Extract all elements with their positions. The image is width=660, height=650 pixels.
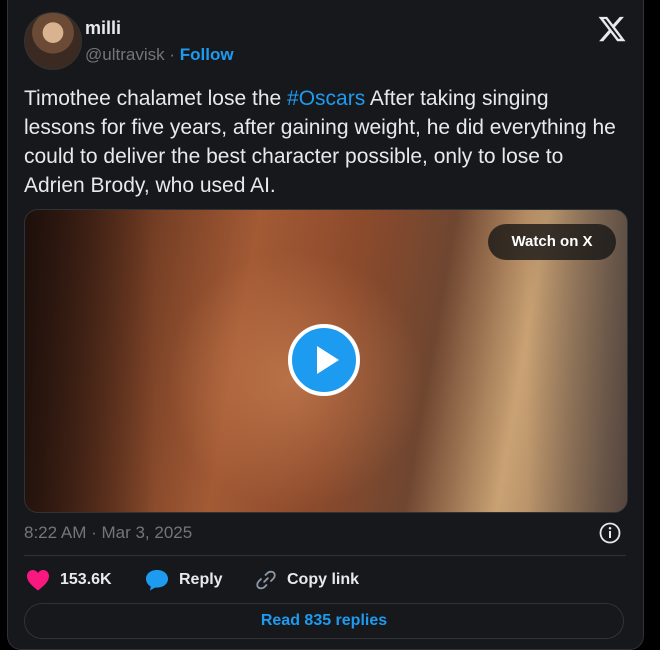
link-icon [256, 570, 276, 590]
tweet-card: milli @ultravisk · Follow Timothee chala… [7, 0, 644, 650]
divider [24, 555, 626, 556]
play-button[interactable] [288, 324, 360, 396]
like-count: 153.6K [60, 571, 112, 588]
reply-icon [146, 570, 168, 591]
author-handle-row: @ultravisk · Follow [85, 45, 234, 65]
follow-link[interactable]: Follow [180, 45, 234, 64]
hashtag-link[interactable]: #Oscars [287, 87, 365, 110]
copy-link-button[interactable]: Copy link [255, 566, 359, 594]
watch-on-x-button[interactable]: Watch on X [488, 224, 616, 260]
copy-link-label: Copy link [287, 571, 360, 588]
reply-label: Reply [179, 571, 223, 588]
video-thumbnail[interactable]: Watch on X [24, 209, 628, 513]
tweet-timestamp[interactable]: 8:22 AM · Mar 3, 2025 [24, 523, 192, 543]
author-name[interactable]: milli [85, 18, 121, 39]
avatar[interactable] [24, 12, 82, 70]
author-handle[interactable]: @ultravisk [85, 45, 165, 64]
read-replies-button[interactable]: Read 835 replies [24, 603, 624, 639]
x-logo-icon[interactable] [597, 14, 627, 44]
handle-separator: · [169, 45, 176, 64]
thumbnail-shadow-left [25, 210, 155, 512]
info-icon[interactable] [598, 521, 622, 545]
tweet-text: Timothee chalamet lose the #Oscars After… [24, 84, 624, 200]
like-button[interactable]: 153.6K [26, 566, 112, 594]
heart-icon [27, 570, 49, 591]
tweet-text-start: Timothee chalamet lose the [24, 87, 288, 110]
reply-button[interactable]: Reply [145, 566, 223, 594]
play-icon [317, 346, 339, 374]
